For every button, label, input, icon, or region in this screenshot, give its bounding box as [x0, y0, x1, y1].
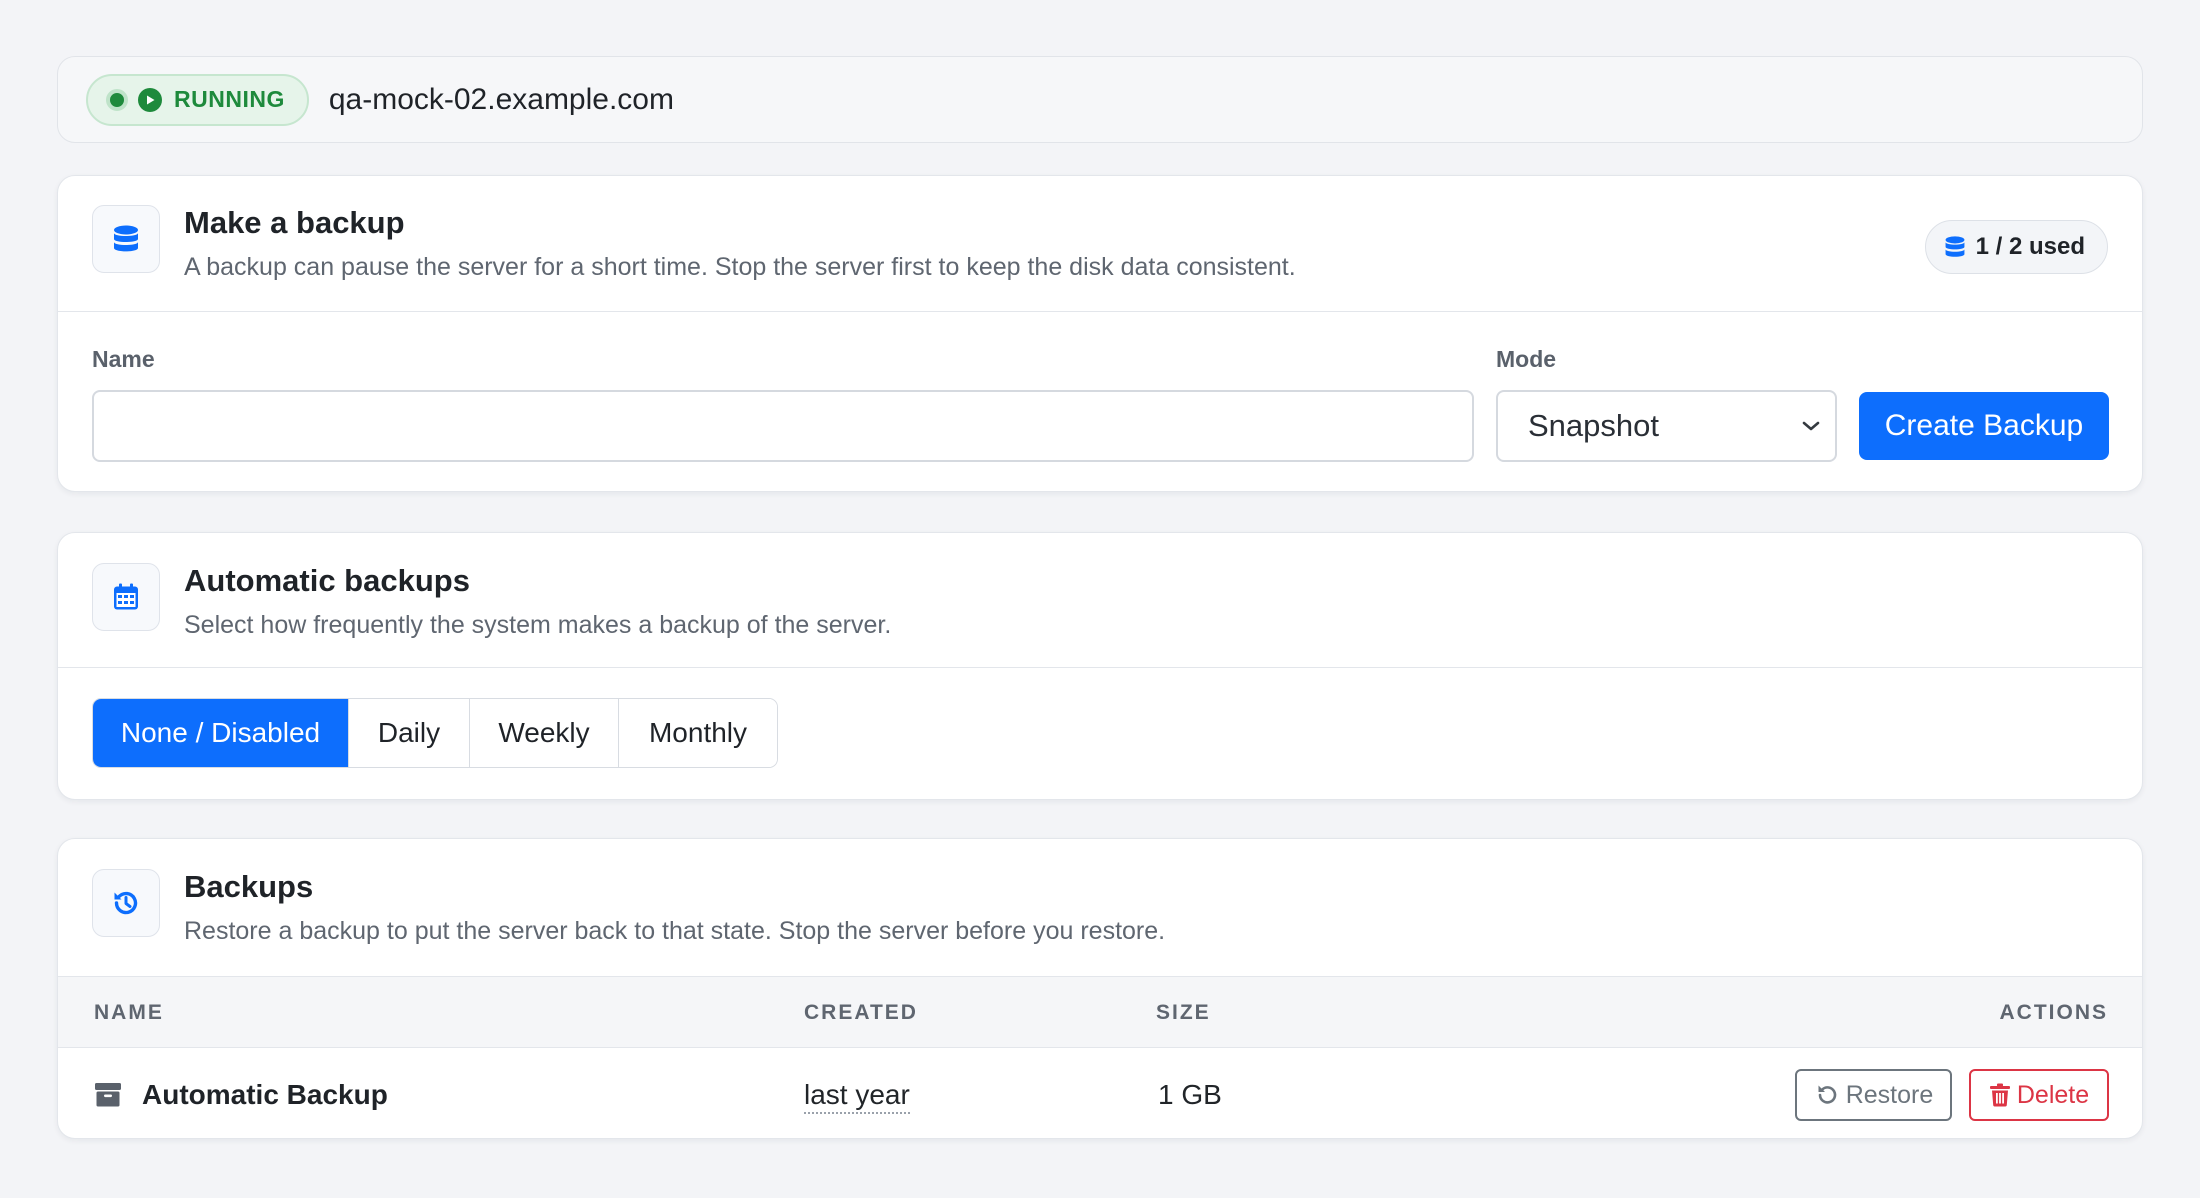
automatic-backups-header: Automatic backups Select how frequently …	[58, 533, 2142, 640]
backups-title: Backups	[184, 869, 314, 904]
backup-size: 1 GB	[1158, 1079, 1222, 1110]
column-header-size: SIZE	[1156, 1001, 1211, 1024]
status-dot-icon	[106, 88, 128, 111]
divider	[58, 667, 2142, 668]
mode-select-value: Snapshot	[1528, 408, 1659, 443]
frequency-option-daily[interactable]: Daily	[348, 699, 469, 767]
mode-field-label: Mode	[1496, 346, 1557, 372]
delete-button[interactable]: Delete	[1969, 1069, 2109, 1121]
backups-subtitle: Restore a backup to put the server back …	[184, 917, 1166, 945]
database-icon	[92, 205, 160, 273]
backup-usage-badge: 1 / 2 used	[1924, 220, 2108, 274]
trash-icon	[1989, 1083, 2010, 1107]
running-status-badge: RUNNING	[86, 73, 309, 126]
frequency-option-monthly[interactable]: Monthly	[618, 699, 777, 767]
make-backup-card: Make a backup A backup can pause the ser…	[57, 175, 2143, 492]
automatic-backups-title: Automatic backups	[184, 563, 470, 598]
chevron-down-icon	[1802, 421, 1820, 431]
frequency-option-none[interactable]: None / Disabled	[93, 699, 348, 767]
restore-button-label: Restore	[1845, 1080, 1934, 1109]
play-icon	[138, 87, 162, 112]
history-icon	[92, 869, 160, 937]
column-header-actions: ACTIONS	[1999, 1001, 2108, 1024]
mode-select[interactable]: Snapshot	[1496, 390, 1837, 462]
backup-name: Automatic Backup	[142, 1079, 388, 1110]
column-header-created: CREATED	[804, 1001, 918, 1024]
archive-icon	[95, 1083, 121, 1107]
calendar-icon	[92, 563, 160, 631]
divider	[58, 311, 2142, 312]
restore-button[interactable]: Restore	[1795, 1069, 1952, 1121]
delete-button-label: Delete	[2016, 1080, 2090, 1109]
backup-name-cell: Automatic Backup	[94, 1079, 388, 1111]
frequency-option-weekly[interactable]: Weekly	[469, 699, 618, 767]
make-backup-subtitle: A backup can pause the server for a shor…	[184, 253, 1296, 281]
table-row: Automatic Backup last year 1 GB Restore …	[58, 1049, 2142, 1138]
backup-usage-label: 1 / 2 used	[1975, 233, 2085, 260]
automatic-backups-card: Automatic backups Select how frequently …	[57, 532, 2143, 800]
server-status-bar: RUNNING qa-mock-02.example.com	[57, 56, 2143, 143]
backup-name-input[interactable]	[92, 390, 1474, 462]
undo-icon	[1818, 1085, 1836, 1104]
make-backup-header: Make a backup A backup can pause the ser…	[58, 176, 2142, 282]
backups-table-header: NAME CREATED SIZE ACTIONS	[58, 976, 2142, 1048]
backup-created-time: last year	[804, 1079, 910, 1114]
backups-card: Backups Restore a backup to put the serv…	[57, 838, 2143, 1139]
create-backup-button[interactable]: Create Backup	[1859, 392, 2109, 460]
column-header-name: NAME	[94, 1001, 164, 1024]
make-backup-title: Make a backup	[184, 205, 405, 240]
backups-header: Backups Restore a backup to put the serv…	[58, 839, 2142, 946]
automatic-backups-subtitle: Select how frequently the system makes a…	[184, 611, 892, 639]
backup-frequency-selector: None / Disabled Daily Weekly Monthly	[92, 698, 778, 768]
server-hostname: qa-mock-02.example.com	[328, 82, 674, 116]
name-field-label: Name	[92, 346, 155, 372]
status-label: RUNNING	[174, 86, 285, 112]
database-icon	[1945, 236, 1965, 257]
